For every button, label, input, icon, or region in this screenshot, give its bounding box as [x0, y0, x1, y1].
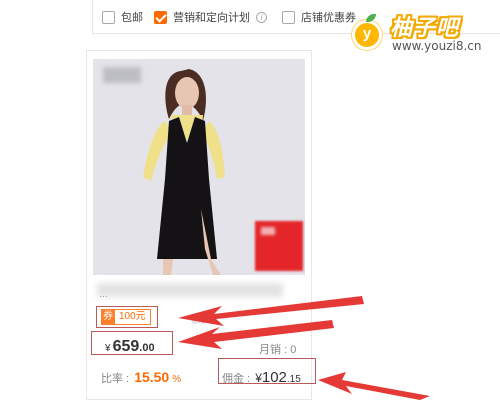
product-title-blurred[interactable]: [97, 283, 283, 297]
commission-rate-unit: %: [172, 374, 182, 385]
product-image[interactable]: [93, 59, 305, 275]
free-shipping-label: 包邮: [121, 12, 143, 24]
shop-coupon-label: 店铺优惠券: [301, 12, 356, 24]
monthly-sales: 月销 : 0: [259, 341, 296, 357]
watermark-logo: y: [352, 20, 382, 50]
info-icon[interactable]: i: [256, 11, 267, 23]
site-watermark: y 柚子吧 www.youzi8.cn: [352, 6, 500, 54]
leaf-icon: [366, 14, 376, 22]
coupon-remaining: 余2: [191, 315, 207, 326]
filter-shop-coupon[interactable]: 店铺优惠券: [282, 9, 356, 25]
commission-highlight-box: [218, 358, 316, 384]
commission-rate-label: 比率 :: [101, 373, 130, 385]
coupon-highlight-box: [96, 306, 158, 328]
image-blurred-label: [103, 67, 141, 83]
promo-badge: [255, 221, 303, 271]
commission-rate: 比率 : 15.50 %: [101, 369, 181, 386]
watermark-title: 柚子吧: [390, 15, 460, 40]
price-highlight-box: [91, 331, 173, 355]
filter-bar-divider: [92, 0, 93, 34]
marketing-plan-label: 营销和定向计划: [173, 12, 250, 24]
shop-coupon-checkbox[interactable]: [282, 10, 295, 24]
watermark-logo-letter: y: [362, 25, 372, 42]
monthly-sales-label: 月销: [259, 344, 281, 356]
watermark-url: www.youzi8.cn: [392, 39, 482, 53]
filter-marketing-plan[interactable]: 营销和定向计划 i: [154, 9, 267, 25]
filter-free-shipping[interactable]: 包邮: [102, 9, 143, 25]
product-title-ellipsis: …: [99, 289, 111, 299]
marketing-plan-checkbox[interactable]: [154, 10, 167, 24]
arrow-to-commission: [318, 372, 430, 400]
commission-rate-value: 15.50: [134, 369, 170, 385]
monthly-sales-value: 0: [290, 344, 297, 356]
free-shipping-checkbox[interactable]: [102, 10, 115, 24]
